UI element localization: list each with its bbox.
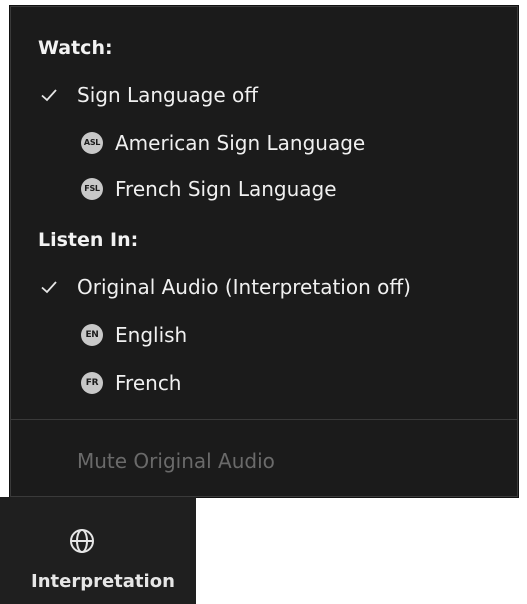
globe-icon: [70, 529, 94, 553]
fr-badge-icon: FR: [81, 372, 103, 394]
menu-item-original-audio[interactable]: Original Audio (Interpretation off): [11, 265, 517, 309]
menu-item-label: French: [115, 371, 182, 395]
menu-item-label: Original Audio (Interpretation off): [77, 275, 411, 299]
interpretation-label: Interpretation: [31, 571, 175, 592]
watch-header: Watch:: [38, 37, 113, 59]
checkmark-icon: [41, 89, 57, 102]
menu-item-french-sign-language[interactable]: FSL French Sign Language: [11, 167, 517, 211]
menu-item-label: French Sign Language: [115, 177, 337, 201]
interpretation-stage: Watch: Sign Language off ASL American Si…: [0, 0, 527, 604]
en-badge-icon: EN: [81, 324, 103, 346]
menu-item-sign-language-off[interactable]: Sign Language off: [11, 73, 517, 117]
menu-item-american-sign-language[interactable]: ASL American Sign Language: [11, 121, 517, 165]
mute-original-audio-label: Mute Original Audio: [77, 449, 275, 473]
fsl-badge-icon: FSL: [81, 178, 103, 200]
menu-item-english[interactable]: EN English: [11, 313, 517, 357]
menu-divider: [11, 419, 517, 420]
menu-item-label: English: [115, 323, 188, 347]
menu-item-label: Sign Language off: [77, 83, 259, 107]
menu-item-french[interactable]: FR French: [11, 361, 517, 405]
mute-original-audio-item: Mute Original Audio: [11, 439, 517, 483]
interpretation-menu: Watch: Sign Language off ASL American Si…: [10, 6, 518, 497]
checkmark-icon: [41, 281, 57, 294]
listen-in-header: Listen In:: [38, 229, 139, 251]
menu-item-label: American Sign Language: [115, 131, 366, 155]
asl-badge-icon: ASL: [81, 132, 103, 154]
